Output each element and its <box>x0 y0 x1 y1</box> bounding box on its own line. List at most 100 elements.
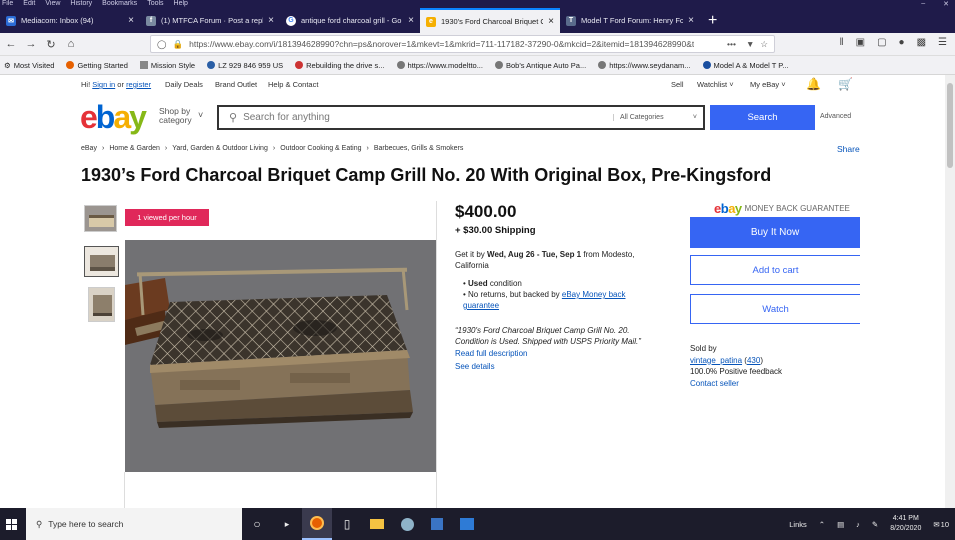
seller-name-link[interactable]: vintage_patina <box>690 356 742 365</box>
signin-link[interactable]: Sign in <box>92 80 115 89</box>
sell-link[interactable]: Sell <box>671 80 684 89</box>
menu-view[interactable]: View <box>45 0 60 8</box>
seller-score-link[interactable]: 430 <box>747 356 760 365</box>
library-icon[interactable]: ‖ <box>839 37 843 48</box>
photos-icon[interactable] <box>452 508 482 540</box>
main-product-image[interactable] <box>125 240 436 472</box>
breadcrumb-item[interactable]: Outdoor Cooking & Eating <box>280 145 361 152</box>
hamburger-menu-icon[interactable]: ☰ <box>938 37 947 48</box>
back-icon[interactable]: ← <box>4 37 18 51</box>
chevron-up-icon[interactable]: ⌃ <box>819 520 825 529</box>
url-bar[interactable]: ◯ 🔒 https://www.ebay.com/i/181394628990?… <box>150 35 775 53</box>
account-icon[interactable]: ● <box>899 37 905 48</box>
share-link[interactable]: Share <box>837 144 860 154</box>
bookmark-most-visited[interactable]: ⚙ Most Visited <box>4 61 54 70</box>
buy-it-now-button[interactable]: Buy It Now <box>690 217 860 248</box>
shield-icon[interactable]: ◯ <box>157 39 167 50</box>
store-icon[interactable] <box>422 508 452 540</box>
daily-deals-link[interactable]: Daily Deals <box>165 80 203 89</box>
thumbnail-2-selected[interactable] <box>84 246 119 277</box>
menu-edit[interactable]: Edit <box>23 0 35 8</box>
breadcrumb-item[interactable]: Yard, Garden & Outdoor Living <box>172 145 268 152</box>
home-icon[interactable]: ⌂ <box>64 37 78 51</box>
search-input[interactable]: Search for anything <box>243 112 613 123</box>
bookmark-tracking[interactable]: LZ 929 846 959 US <box>207 61 283 70</box>
pen-workspace-icon[interactable]: ▸ <box>272 508 302 540</box>
links-toolbar[interactable]: Links <box>789 520 807 529</box>
file-explorer-icon[interactable] <box>362 508 392 540</box>
tab-mediacom-inbox[interactable]: ✉ Mediacom: Inbox (94) × <box>0 8 140 33</box>
breadcrumb-item[interactable]: Home & Garden <box>109 145 160 152</box>
thumbnail-3[interactable] <box>88 287 115 322</box>
search-field[interactable]: ⚲ Search for anything All Categories ˅ <box>217 105 705 130</box>
notification-bell-icon[interactable]: 🔔 <box>806 77 821 91</box>
scrollbar-thumb[interactable] <box>947 83 953 168</box>
network-icon[interactable]: ▤ <box>837 520 844 529</box>
see-details-link[interactable]: See details <box>455 362 495 371</box>
ebay-logo[interactable]: ebay <box>80 101 147 133</box>
screenshot-icon[interactable]: ▩ <box>917 37 926 48</box>
read-full-description-link[interactable]: Read full description <box>455 349 527 358</box>
notifications-center-icon[interactable]: ✉ 10 <box>933 520 949 529</box>
tab-google-search[interactable]: G antique ford charcoal grill - Go × <box>280 8 420 33</box>
firefox-taskbar-icon[interactable] <box>302 508 332 540</box>
volume-icon[interactable]: ♪ <box>856 520 860 529</box>
close-tab-icon[interactable]: × <box>128 15 134 26</box>
register-link[interactable]: register <box>126 80 151 89</box>
thumbnail-1[interactable] <box>84 205 117 232</box>
windows-start-button[interactable] <box>0 508 22 540</box>
menu-bookmarks[interactable]: Bookmarks <box>102 0 137 8</box>
brand-outlet-link[interactable]: Brand Outlet <box>215 80 257 89</box>
menu-help[interactable]: Help <box>174 0 188 8</box>
tab-mtfca-forum[interactable]: f (1) MTFCA Forum · Post a reply × <box>140 8 280 33</box>
tab-model-t-forum[interactable]: T Model T Ford Forum: Henry Fo × <box>560 8 700 33</box>
minimize-icon[interactable]: – <box>921 0 925 8</box>
lock-icon[interactable]: 🔒 <box>173 39 184 50</box>
bookmark-star-icon[interactable]: ☆ <box>760 39 774 50</box>
taskbar-search-box[interactable]: ⚲ Type here to search <box>26 508 242 540</box>
add-to-cart-button[interactable]: Add to cart <box>690 255 860 285</box>
menu-file[interactable]: File <box>2 0 13 8</box>
menu-history[interactable]: History <box>70 0 92 8</box>
app-icon[interactable] <box>392 508 422 540</box>
help-contact-link[interactable]: Help & Contact <box>268 80 318 89</box>
page-actions-icon[interactable]: ••• <box>727 39 740 49</box>
bookmark-seydanam[interactable]: https://www.seydanam... <box>598 61 691 70</box>
watchlist-link[interactable]: Watchlist ˅ <box>697 80 734 89</box>
bookmark-bobs[interactable]: Bob's Antique Auto Pa... <box>494 61 586 70</box>
breadcrumb-item[interactable]: Barbecues, Grills & Smokers <box>374 145 463 152</box>
category-select[interactable]: All Categories ˅ <box>613 114 703 121</box>
bookmark-modelt[interactable]: https://www.modelttо... <box>396 61 483 70</box>
bookmark-mission-style[interactable]: Mission Style <box>139 61 195 70</box>
notification-bell-taskbar-icon[interactable]: ▯ <box>332 508 362 540</box>
search-button[interactable]: Search <box>710 105 815 130</box>
forward-icon[interactable]: → <box>24 37 38 51</box>
language-icon[interactable]: ✎ <box>872 520 878 529</box>
close-tab-icon[interactable]: × <box>408 15 414 26</box>
taskbar-search-input[interactable]: Type here to search <box>48 519 123 529</box>
advanced-search-link[interactable]: Advanced <box>820 113 851 120</box>
close-window-icon[interactable]: ✕ <box>943 0 949 8</box>
clock[interactable]: 4:41 PM 8/20/2020 <box>890 514 921 534</box>
page-scrollbar[interactable] <box>945 75 955 508</box>
bookmark-model-a[interactable]: Model A & Model T P... <box>702 61 789 70</box>
my-ebay-link[interactable]: My eBay ˅ <box>750 80 786 89</box>
sidebar-icon[interactable]: ▢ <box>877 37 886 48</box>
cart-icon[interactable]: 🛒 <box>838 77 853 91</box>
bookmark-getting-started[interactable]: Getting Started <box>66 61 128 70</box>
breadcrumb-item[interactable]: eBay <box>81 145 97 152</box>
bookmark-rebuilding[interactable]: Rebuilding the drive s... <box>295 61 385 70</box>
close-tab-icon[interactable]: × <box>688 15 694 26</box>
pocket-toolbar-icon[interactable]: ▣ <box>856 37 865 48</box>
contact-seller-link[interactable]: Contact seller <box>690 378 782 390</box>
close-tab-icon[interactable]: × <box>548 16 554 27</box>
menu-tools[interactable]: Tools <box>147 0 163 8</box>
watch-button[interactable]: Watch <box>690 294 860 324</box>
shop-by-category-button[interactable]: Shop by category ˅ <box>159 107 203 125</box>
reload-icon[interactable]: ↻ <box>44 37 58 51</box>
tab-ebay-listing[interactable]: e 1930's Ford Charcoal Briquet C × <box>420 8 560 33</box>
close-tab-icon[interactable]: × <box>268 15 274 26</box>
pocket-icon[interactable]: ▼ <box>746 39 754 49</box>
task-view-icon[interactable]: ○ <box>242 508 272 540</box>
new-tab-button[interactable]: + <box>700 8 725 33</box>
